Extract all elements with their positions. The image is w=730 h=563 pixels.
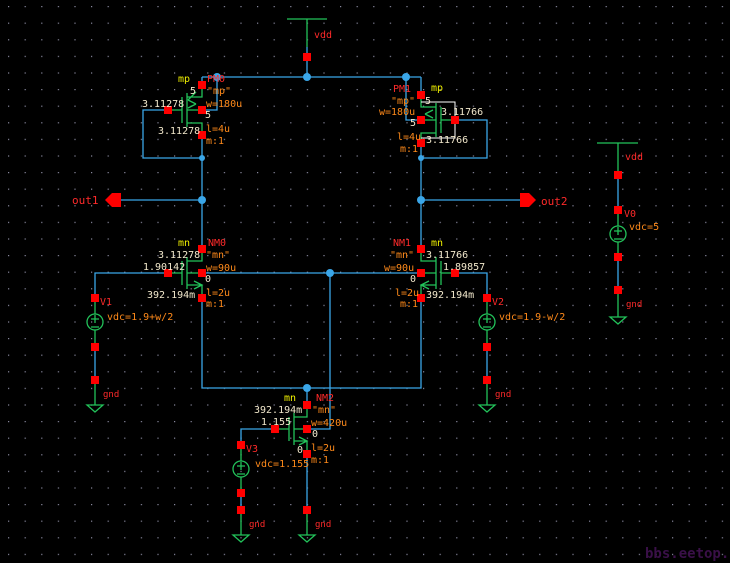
nm2-m: m:1 [311,455,329,466]
pm0-node-b: 5 [205,110,211,121]
pm1-model: "mp" [391,96,415,107]
v1-name: V1 [100,297,112,308]
nm1-model: "mn" [390,250,414,261]
out1-label: out1 [72,194,99,207]
nm0-node-b: 0 [205,274,211,285]
v3-name: V3 [246,444,258,455]
vdd-label: vdd [314,30,332,41]
nm1-node-g: 1.89857 [443,262,485,273]
pm0-l: l=4u [206,124,230,135]
pm1-m: m:1 [400,144,418,155]
grid [0,0,730,563]
nm0-name: NM0 [208,238,226,249]
nm1-l: l=2u [395,288,419,299]
pm0-node-g: 3.11278 [142,99,184,110]
nm2-l: l=2u [311,443,335,454]
nm0-m: m:1 [206,299,224,310]
nm1-node-b: 0 [410,274,416,285]
watermark: bbs.eetop.cn [645,546,730,562]
nm0-model: "mn" [206,250,230,261]
pm0-model: "mp" [207,86,231,97]
v2-name: V2 [492,297,504,308]
pm0-node-s: 5 [190,86,196,97]
pm0-name: PM0 [207,74,225,85]
pm1-name: PM1 [393,84,411,95]
nm1-w: w=90u [384,263,414,274]
nm2-w: w=420u [311,418,347,429]
pm1-node-d: 3.11766 [426,135,468,146]
nm2-node-s: 0 [297,445,303,456]
pm1-node-s: 5 [425,96,431,107]
pm1-node-g: 3.11766 [441,107,483,118]
nm2-node-b: 0 [312,429,318,440]
gnd-label-v0: gnd [626,300,642,310]
pm0-node-d: 3.11278 [158,126,200,137]
vdd-v0-label: vdd [625,152,643,163]
v2-vdc: vdc=1.9-w/2 [499,312,565,323]
pm0-m: m:1 [206,136,224,147]
nm0-node-s: 392.194m [147,290,195,301]
nm1-node-s: 392.194m [426,290,474,301]
nm0-node-d: 3.11278 [158,250,200,261]
schematic[interactable]: vdd vdd out1 out2 mp PM0 "mp" w=180u l=4… [0,0,730,563]
schematic-canvas[interactable]: vdd vdd out1 out2 mp PM0 "mp" w=180u l=4… [0,0,730,563]
pm0-w: w=180u [206,99,242,110]
nm1-cell: mn [431,238,443,249]
out2-label: out2 [541,195,568,208]
nm1-name: NM1 [393,238,411,249]
v3-vdc: vdc=1.155 [255,459,309,470]
gnd-label-v2: gnd [495,390,511,400]
nm1-node-d: 3.11766 [426,250,468,261]
nm2-node-d: 392.194m [254,405,302,416]
v0-name: V0 [624,209,636,220]
nm1-m: m:1 [400,299,418,310]
pm1-cell: mp [431,83,443,94]
nm0-l: l=2u [206,288,230,299]
v0-vdc: vdc=5 [629,222,659,233]
v1-vdc: vdc=1.9+w/2 [107,312,173,323]
pm1-w: w=180u [379,107,415,118]
gnd-label-v3: gnd [249,520,265,530]
nm2-node-g: 1.155 [261,417,291,428]
nm0-cell: mn [178,238,190,249]
nm0-node-g: 1.90142 [143,262,185,273]
nm2-cell: mn [284,393,296,404]
pm1-l: l=4u [397,132,421,143]
gnd-label-nm2: gnd [315,520,331,530]
pm1-node-b: 5 [410,118,416,129]
nm2-name: NM2 [316,393,334,404]
gnd-label-v1: gnd [103,390,119,400]
nm0-w: w=90u [206,263,236,274]
pm0-cell: mp [178,74,190,85]
nm2-model: "mn" [312,405,336,416]
